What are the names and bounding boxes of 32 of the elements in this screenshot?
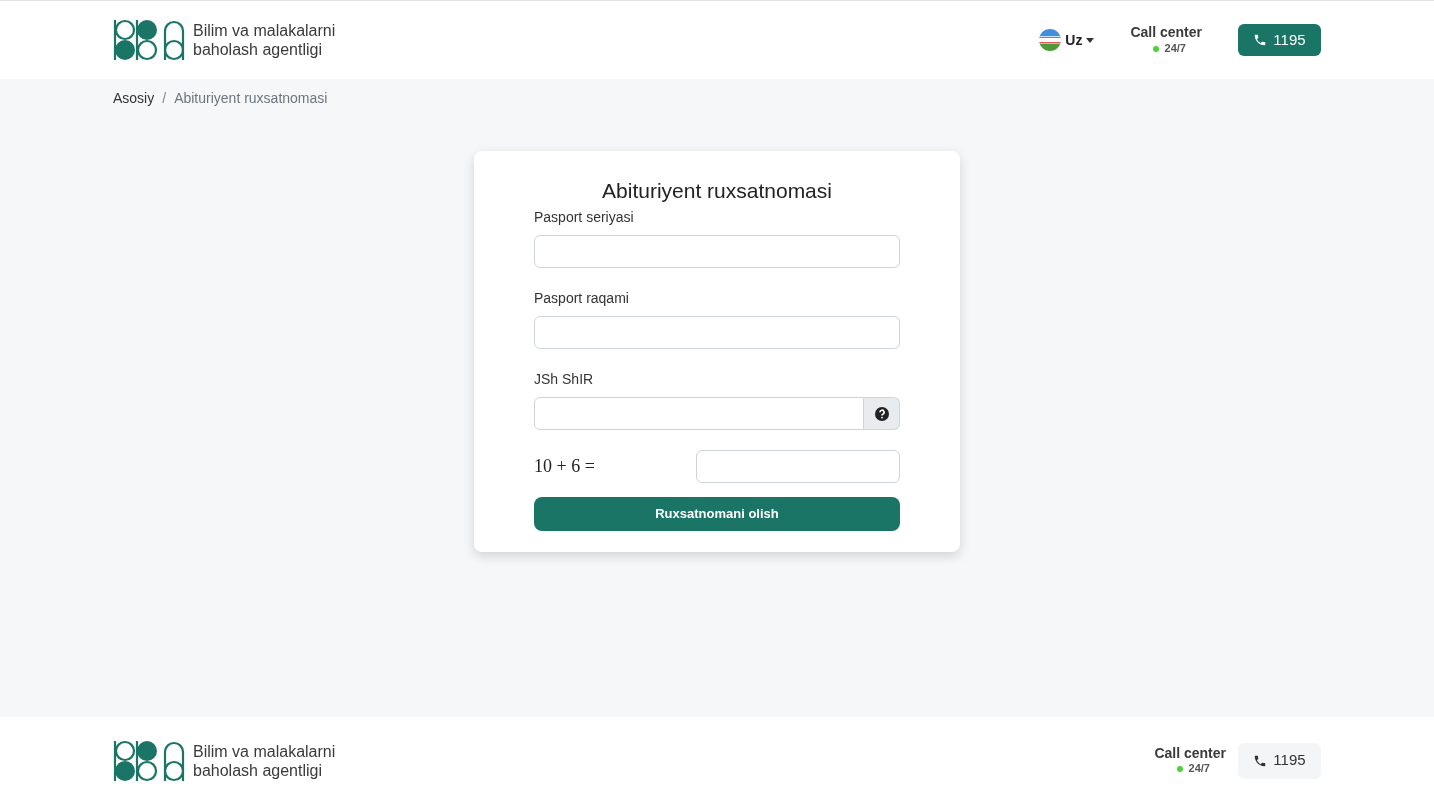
org-name: baholash agentligi: [193, 40, 323, 59]
language-selector[interactable]: Uz: [1039, 29, 1095, 51]
input-field[interactable]: [534, 316, 900, 349]
field-label: JSh ShIR: [534, 370, 595, 389]
phone-button[interactable]: 1195: [1238, 24, 1321, 56]
logo-icon: [113, 19, 185, 61]
breadcrumb-current: Abituriyent ruxsatnomasi: [174, 89, 328, 108]
org-name: baholash agentligi: [193, 760, 323, 780]
hours-text: 24/7: [1164, 41, 1186, 56]
phone-icon: [1253, 753, 1268, 768]
breadcrumb-separator: /: [162, 89, 167, 108]
field-label: Pasport raqami: [534, 289, 630, 308]
flag-icon: [1039, 29, 1062, 51]
input-field[interactable]: [534, 397, 864, 430]
phone-icon: [1253, 33, 1268, 47]
captcha-expression: 10 + 6 =: [534, 455, 595, 478]
caret-icon: [1086, 37, 1095, 43]
org-name: Bilim va malakalarni: [193, 741, 336, 761]
field-label: Pasport seriyasi: [534, 208, 635, 227]
submit-button[interactable]: Ruxsatnomani olish: [534, 497, 900, 531]
hours-text: 24/7: [1188, 762, 1210, 777]
call-center-label: Call center: [1154, 744, 1226, 763]
input-field[interactable]: [534, 235, 900, 268]
breadcrumb-link[interactable]: Asosiy: [113, 88, 155, 109]
org-name: Bilim va malakalarni: [193, 21, 336, 40]
help-icon: [874, 406, 889, 421]
phone-button[interactable]: 1195: [1238, 742, 1321, 779]
form-title: Abituriyent ruxsatnomasi: [601, 178, 833, 204]
help-button[interactable]: [864, 397, 900, 430]
call-center-label: Call center: [1130, 24, 1202, 42]
captcha-input-field[interactable]: [696, 450, 900, 483]
logo-icon: [113, 739, 185, 782]
